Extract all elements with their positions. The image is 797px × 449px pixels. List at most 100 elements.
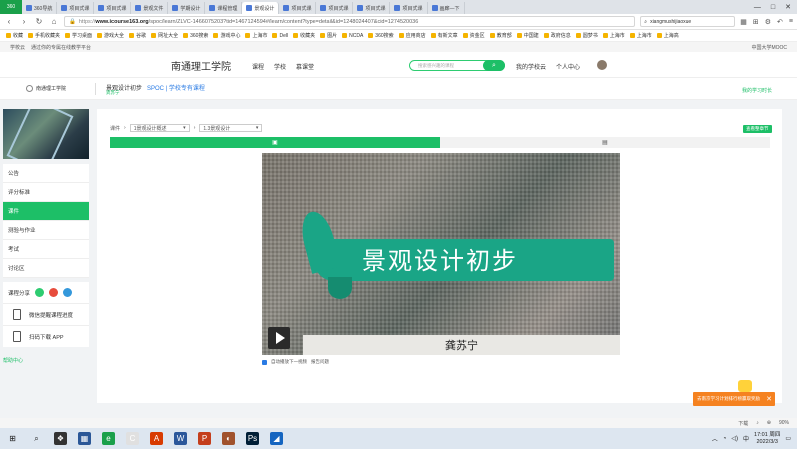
promo-banner[interactable]: 去南京学习计划排行榜赢取奖励 ✕	[693, 392, 775, 406]
taskbar-app-icon[interactable]: ⌕	[30, 432, 43, 445]
taskbar-app-icon[interactable]: W	[174, 432, 187, 445]
browser-tab[interactable]: 360导航	[22, 2, 58, 14]
minimize-icon[interactable]: —	[754, 4, 761, 11]
taskbar-app-icon[interactable]: P	[198, 432, 211, 445]
platform-link-mooc[interactable]: 中国大学MOOC	[751, 44, 787, 51]
volume-icon[interactable]: ◁)	[731, 435, 738, 442]
bookmark-item[interactable]: 谷歌	[129, 32, 146, 39]
bookmark-item[interactable]: 收藏夹	[293, 32, 315, 39]
bookmark-item[interactable]: 上海市	[245, 32, 267, 39]
browser-tab[interactable]: 项目式课	[390, 2, 428, 14]
browser-tab[interactable]: 景观设计	[242, 2, 280, 14]
download-label[interactable]: 下载	[738, 420, 748, 427]
extensions-icon[interactable]: ▦	[740, 18, 747, 26]
school-name[interactable]: 南通理工学院	[171, 58, 231, 73]
qq-share-icon[interactable]	[63, 288, 73, 297]
view-chapter-button[interactable]: 查看整章节	[743, 125, 772, 133]
site-search-input[interactable]: 搜索感兴趣的课程 ⌕	[409, 60, 505, 71]
play-icon[interactable]	[268, 327, 290, 349]
tab-document[interactable]: ▤	[440, 137, 770, 148]
wechat-share-icon[interactable]	[35, 288, 45, 297]
maximize-icon[interactable]: □	[771, 4, 775, 11]
zoom-icon[interactable]: ⊕	[767, 420, 771, 426]
school-logo[interactable]: 南通理工学院	[26, 85, 66, 92]
autoplay-checkbox[interactable]	[262, 359, 267, 365]
speaker-icon[interactable]: ♪	[756, 420, 759, 426]
video-player[interactable]: 景观设计初步 龚苏宁	[262, 153, 620, 355]
nav-mooc-classroom[interactable]: 慕课堂	[296, 62, 314, 71]
bookmark-item[interactable]: 教育部	[489, 32, 512, 39]
taskbar-app-icon[interactable]: A	[150, 432, 163, 445]
bookmark-item[interactable]: 圆梦书	[575, 32, 598, 39]
taskbar-app-icon[interactable]: ◢	[270, 432, 283, 445]
browser-tab[interactable]: 课程管理	[205, 2, 243, 14]
chapter-select[interactable]: 1景观设计概述 ▾	[129, 124, 190, 132]
browser-tab[interactable]: 景观文件	[131, 2, 169, 14]
browser-tab[interactable]: 项目式课	[353, 2, 391, 14]
unit-select[interactable]: 1.3景观设计 ▾	[199, 124, 263, 132]
browser-tab[interactable]: 学期设计	[168, 2, 206, 14]
bookmark-item[interactable]: 手机收藏夹	[28, 32, 60, 39]
course-teacher[interactable]: 龚苏宁	[106, 90, 120, 96]
bookmark-item[interactable]: 网址大全	[151, 32, 178, 39]
sidebar-item[interactable]: 公告	[3, 164, 89, 183]
taskbar-app-icon[interactable]: ◐	[222, 432, 235, 445]
taskbar-app-icon[interactable]: ▦	[78, 432, 91, 445]
menu-icon[interactable]: ≡	[789, 18, 793, 26]
study-time-link[interactable]: 我的学习时长	[742, 87, 772, 94]
wechat-reminder[interactable]: 微信提醒课程进度	[3, 303, 89, 325]
personal-center-link[interactable]: 个人中心	[556, 62, 580, 71]
sidebar-item[interactable]: 测验与作业	[3, 221, 89, 240]
notification-icon[interactable]: ▭	[785, 435, 791, 442]
chevron-up-icon[interactable]: ︿	[712, 434, 718, 443]
forward-icon[interactable]: ›	[19, 17, 29, 26]
grid-icon[interactable]: ⊞	[753, 18, 759, 26]
bookmark-item[interactable]: 应用商店	[398, 32, 426, 39]
bookmark-item[interactable]: 360搜索	[183, 32, 208, 39]
nav-course[interactable]: 课程	[252, 62, 264, 71]
bookmark-item[interactable]: 资金区	[462, 32, 485, 39]
sidebar-item[interactable]: 考试	[3, 240, 89, 259]
help-center-link[interactable]: 帮助中心	[3, 357, 89, 364]
zoom-level[interactable]: 90%	[779, 420, 789, 426]
bookmark-item[interactable]: 游戏大全	[97, 32, 124, 39]
taskbar-app-icon[interactable]: ⊞	[6, 432, 19, 445]
bookmark-item[interactable]: 有新文章	[430, 32, 458, 39]
nav-school[interactable]: 学校	[274, 62, 286, 71]
weibo-share-icon[interactable]	[49, 288, 59, 297]
bookmark-item[interactable]: 上海市	[602, 32, 625, 39]
reload-icon[interactable]: ↻	[34, 17, 44, 26]
platform-link-school-cloud[interactable]: 学校云	[10, 44, 25, 51]
taskbar-app-icon[interactable]: C	[126, 432, 139, 445]
browser-tab[interactable]: 项目式课	[316, 2, 354, 14]
site-search-button[interactable]: ⌕	[483, 60, 505, 71]
sidebar-item[interactable]: 课件	[3, 202, 89, 221]
bookmark-item[interactable]: 游戏中心	[213, 32, 240, 39]
network-icon[interactable]: ◔	[723, 436, 727, 442]
report-problem-link[interactable]: 报告问题	[311, 359, 329, 365]
sidebar-item[interactable]: 评分标准	[3, 183, 89, 202]
undo-icon[interactable]: ↶	[777, 18, 783, 26]
bookmark-item[interactable]: 政府信息	[543, 32, 571, 39]
taskbar-app-icon[interactable]: e	[102, 432, 115, 445]
taskbar-app-icon[interactable]: ❖	[54, 432, 67, 445]
address-bar[interactable]: 🔒 https://www.icourse163.org/spoc/learn/…	[64, 16, 636, 27]
close-icon[interactable]: ✕	[766, 395, 775, 403]
back-icon[interactable]: ‹	[4, 17, 14, 26]
browser-search-box[interactable]: ⌕ xiangmushijiaoxue	[640, 16, 736, 27]
bookmark-item[interactable]: 学习桌面	[65, 32, 92, 39]
my-school-cloud-link[interactable]: 我的学校云	[516, 62, 546, 71]
avatar[interactable]	[597, 60, 607, 70]
ime-indicator[interactable]: 中	[743, 434, 749, 443]
bookmark-item[interactable]: 图片	[320, 32, 337, 39]
taskbar-app-icon[interactable]: Ps	[246, 432, 259, 445]
home-icon[interactable]: ⌂	[49, 17, 59, 26]
tab-video[interactable]: ▣	[110, 137, 440, 148]
close-icon[interactable]: ✕	[785, 3, 791, 11]
bookmark-item[interactable]: Dell	[272, 33, 288, 39]
app-download[interactable]: 扫码下载 APP	[3, 325, 89, 347]
bookmark-item[interactable]: NCDA	[342, 33, 363, 39]
browser-tab[interactable]: 项目式课	[57, 2, 95, 14]
browser-logo-icon[interactable]: 360	[0, 0, 22, 14]
bookmark-item[interactable]: 360搜索	[368, 32, 394, 39]
